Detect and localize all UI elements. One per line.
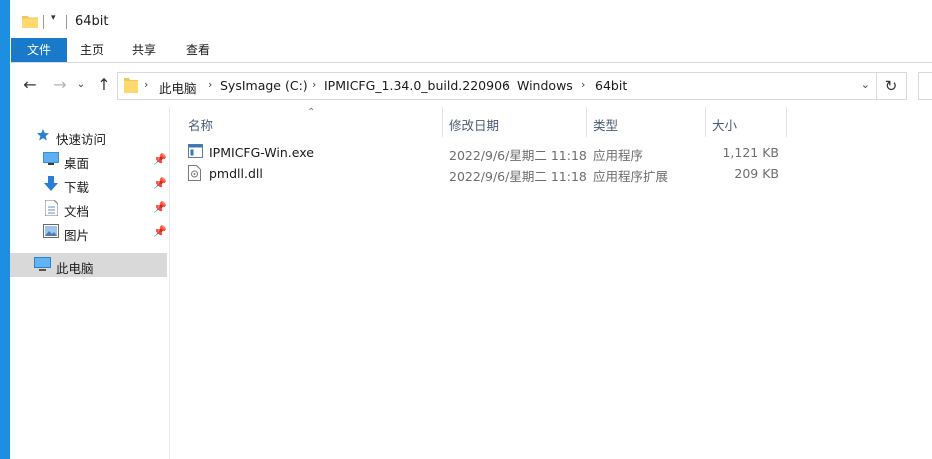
desktop-icon — [43, 152, 59, 169]
column-header-size[interactable]: 大小 — [712, 115, 737, 134]
pin-icon[interactable]: 📌 — [153, 177, 167, 190]
column-header-name[interactable]: 名称 — [188, 115, 213, 134]
dll-file-icon — [188, 165, 201, 184]
column-divider[interactable] — [586, 107, 587, 137]
refresh-button[interactable]: ↻ — [876, 72, 907, 100]
chevron-right-icon[interactable]: › — [144, 78, 148, 91]
toolbar-separator — [66, 15, 67, 29]
chevron-right-icon[interactable]: › — [581, 78, 585, 91]
chevron-right-icon[interactable]: › — [312, 78, 316, 91]
up-button[interactable]: ↑ — [94, 75, 114, 95]
tab-home[interactable]: 主页 — [72, 38, 112, 62]
address-bar[interactable]: › 此电脑 › SysImage (C:) › IPMICFG_1.34.0_b… — [117, 72, 877, 100]
chevron-right-icon[interactable]: › — [505, 78, 509, 91]
recent-locations-icon[interactable]: ⌄ — [74, 75, 88, 95]
star-icon — [36, 128, 50, 145]
nav-item-label: 下载 — [64, 180, 90, 195]
breadcrumb-ipmicfg[interactable]: IPMICFG_1.34.0_build.220906 — [324, 78, 510, 93]
file-name: IPMICFG-Win.exe — [209, 145, 314, 160]
computer-icon — [34, 257, 51, 275]
tab-file[interactable]: 文件 — [11, 38, 67, 62]
table-row[interactable]: pmdll.dll 2022/9/6/星期二 11:18 应用程序扩展 209 … — [180, 163, 790, 184]
nav-item-pictures[interactable]: 图片 📌 — [10, 220, 167, 244]
file-type: 应用程序扩展 — [593, 169, 669, 184]
pin-icon[interactable]: 📌 — [153, 201, 167, 214]
chevron-down-icon[interactable]: ⌄ — [861, 78, 870, 91]
nav-item-desktop[interactable]: 桌面 📌 — [10, 148, 167, 172]
download-icon — [43, 176, 59, 195]
navigation-bar: ← → ⌄ ↑ › 此电脑 › SysImage (C:) › IPMICFG_… — [10, 63, 932, 107]
nav-quick-access-label: 快速访问 — [56, 132, 107, 147]
file-size: 1,121 KB — [722, 145, 779, 160]
column-divider[interactable] — [705, 107, 706, 137]
pictures-icon — [43, 224, 59, 241]
file-date: 2022/9/6/星期二 11:18 — [449, 169, 587, 184]
folder-icon — [22, 14, 38, 31]
file-size: 209 KB — [734, 166, 779, 181]
file-type: 应用程序 — [593, 148, 644, 163]
column-header-type[interactable]: 类型 — [593, 115, 618, 134]
nav-item-downloads[interactable]: 下载 📌 — [10, 172, 167, 196]
column-divider[interactable] — [786, 107, 787, 137]
documents-icon — [44, 199, 59, 219]
nav-item-documents[interactable]: 文档 📌 — [10, 196, 167, 220]
ribbon-tabs: 文件 主页 共享 查看 — [10, 38, 932, 63]
nav-item-label: 文档 — [64, 204, 90, 219]
sort-ascending-icon: ⌃ — [307, 107, 316, 118]
nav-item-label: 桌面 — [64, 156, 90, 171]
back-button[interactable]: ← — [20, 75, 40, 95]
breadcrumb-this-pc[interactable]: 此电脑 — [159, 78, 197, 97]
nav-quick-access[interactable]: 快速访问 — [10, 124, 167, 148]
forward-button[interactable]: → — [50, 75, 70, 95]
window-title: 64bit — [75, 14, 109, 29]
folder-icon — [124, 77, 138, 96]
file-list: ⌃ 名称 修改日期 类型 大小 IPMICFG-Win.exe 2022/9/6… — [170, 107, 932, 459]
breadcrumb-64bit[interactable]: 64bit — [595, 78, 627, 93]
column-divider[interactable] — [442, 107, 443, 137]
navigation-pane: 快速访问 桌面 📌 下载 📌 文档 📌 图片 📌 此电脑 — [10, 107, 170, 459]
exe-file-icon — [188, 144, 203, 161]
nav-item-this-pc[interactable]: 此电脑 — [10, 253, 167, 277]
table-row[interactable]: IPMICFG-Win.exe 2022/9/6/星期二 11:18 应用程序 … — [180, 142, 790, 163]
quick-access-dropdown-icon[interactable]: ▾ — [51, 13, 56, 23]
chevron-right-icon[interactable]: › — [208, 78, 212, 91]
breadcrumb-windows[interactable]: Windows — [517, 78, 573, 93]
nav-item-label: 图片 — [64, 228, 90, 243]
title-bar: ▾ 64bit — [10, 0, 932, 38]
desktop-background-strip — [0, 0, 10, 459]
breadcrumb-drive[interactable]: SysImage (C:) — [220, 78, 308, 93]
file-name: pmdll.dll — [209, 166, 263, 181]
file-date: 2022/9/6/星期二 11:18 — [449, 148, 587, 163]
pin-icon[interactable]: 📌 — [153, 225, 167, 238]
nav-item-label: 此电脑 — [56, 261, 94, 276]
search-input[interactable] — [918, 72, 932, 100]
column-header-date[interactable]: 修改日期 — [449, 115, 499, 134]
tab-share[interactable]: 共享 — [124, 38, 164, 62]
tab-view[interactable]: 查看 — [178, 38, 218, 62]
pin-icon[interactable]: 📌 — [153, 153, 167, 166]
toolbar-separator — [43, 15, 44, 29]
